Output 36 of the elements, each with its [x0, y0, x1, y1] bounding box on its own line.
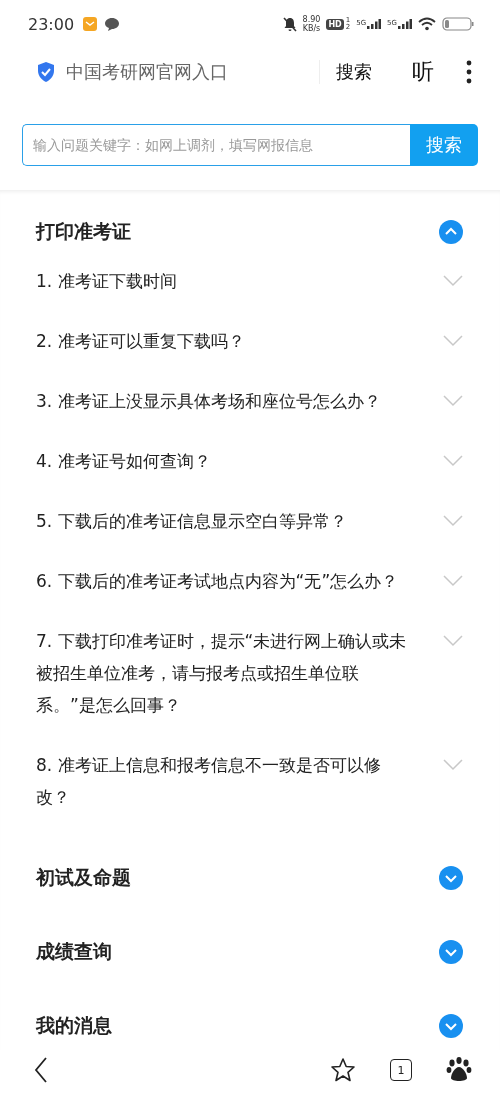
battery-icon [442, 17, 474, 31]
expand-toggle-icon[interactable] [439, 1014, 463, 1038]
expand-toggle-icon[interactable] [439, 940, 463, 964]
tab-count-button[interactable]: 1 [390, 1059, 412, 1081]
question-link[interactable]: 1. 准考证下载时间 [36, 265, 177, 297]
question-link[interactable]: 8. 准考证上信息和报考信息不一致是否可以修改？ [36, 749, 411, 813]
section-title[interactable]: 打印准考证 [36, 219, 131, 245]
signal-bars-icon [398, 19, 412, 29]
listen-button[interactable]: 听 [412, 57, 434, 87]
expand-toggle-icon[interactable] [439, 866, 463, 890]
question-link[interactable]: 2. 准考证可以重复下载吗？ [36, 325, 245, 357]
section-title[interactable]: 我的消息 [36, 1013, 112, 1039]
more-menu-icon[interactable] [466, 60, 472, 84]
verified-shield-icon [36, 61, 56, 83]
muted-bell-icon [282, 16, 297, 32]
question-link[interactable]: 6. 下载后的准考证考试地点内容为“无”怎么办？ [36, 565, 399, 597]
back-icon[interactable] [34, 1057, 48, 1083]
hd-badge: HD [326, 18, 344, 30]
question-link[interactable]: 7. 下载打印准考证时，提示“未进行网上确认或未被招生单位准考，请与报考点或招生单位联系。”是怎么回事？ [36, 625, 411, 721]
question-link[interactable]: 3. 准考证上没显示具体考场和座位号怎么办？ [36, 385, 381, 417]
star-icon[interactable] [330, 1057, 356, 1083]
wifi-icon [418, 17, 436, 31]
page-title[interactable]: 中国考研网官网入口 [66, 60, 309, 84]
question-link[interactable]: 4. 准考证号如何查询？ [36, 445, 211, 477]
network-speed-unit: KB/s [302, 23, 321, 33]
chat-bubble-icon [104, 16, 121, 32]
search-field[interactable]: 输入问题关键字：如网上调剂，填写网报信息 [22, 124, 410, 166]
network-speed: 8.90 [302, 15, 321, 24]
expand-toggle-icon[interactable] [439, 220, 463, 244]
signal-bars-icon [367, 19, 382, 29]
question-link[interactable]: 5. 下载后的准考证信息显示空白等异常？ [36, 505, 347, 537]
section-title[interactable]: 初试及命题 [36, 865, 131, 891]
search-link[interactable]: 搜索 [336, 60, 372, 84]
paw-icon[interactable] [446, 1057, 472, 1083]
section-title[interactable]: 成绩查询 [36, 939, 112, 965]
status-time: 23:00 [28, 14, 75, 34]
